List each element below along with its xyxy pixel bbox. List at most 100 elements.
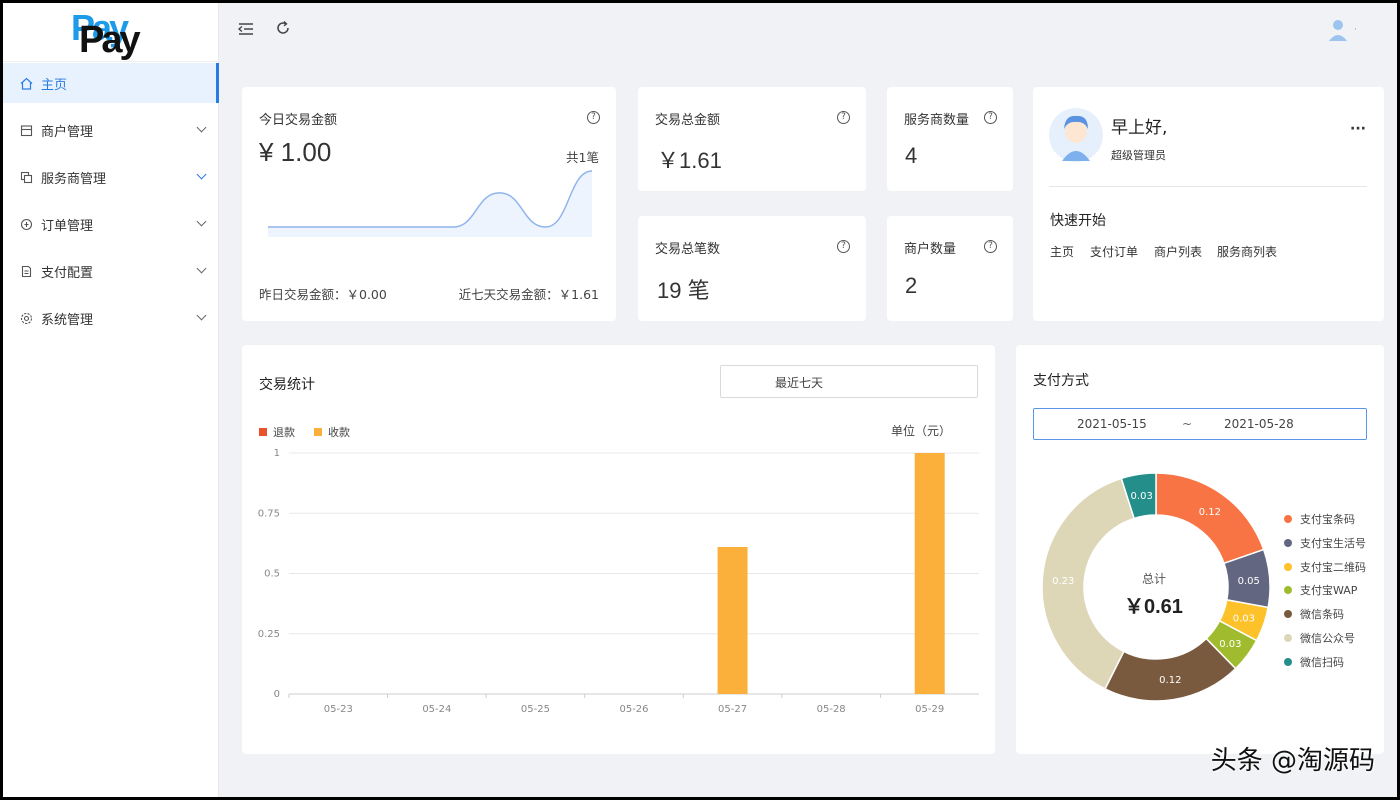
total-amount-card: 交易总金额 ? ￥1.61 [638,87,866,191]
help-icon[interactable]: ? [837,240,850,253]
quick-link-pay-orders[interactable]: 支付订单 [1090,243,1138,260]
y-tick-label: 1 [274,448,280,459]
user-avatar [1049,105,1103,169]
sidebar-item-orders[interactable]: 订单管理 [3,204,219,244]
pay-method-title: 支付方式 [1033,373,1089,389]
seven-day-amount: 近七天交易金额：￥1.61 [458,287,599,302]
sidebar-item-merchant[interactable]: 商户管理 [3,110,219,150]
sidebar-item-label: 服务商管理 [41,171,107,187]
legend-dot [1284,538,1292,547]
provider-count-value: 4 [905,143,918,168]
legend-income[interactable]: 收款 [314,424,350,440]
legend-item[interactable]: 微信条码 [1284,606,1344,622]
help-icon[interactable]: ? [984,111,997,124]
x-tick-label: 05-23 [324,704,353,715]
sidebar-item-label: 系统管理 [41,312,94,328]
y-tick-label: 0.75 [258,508,280,519]
legend-item[interactable]: 支付宝WAP [1284,582,1357,598]
refresh-icon[interactable] [274,19,292,41]
legend-label: 微信条码 [1300,608,1344,622]
total-amount-title: 交易总金额 [655,113,721,128]
logo-text-front: Pay [79,19,141,61]
sparkline-line [268,170,592,228]
chevron-down-icon [196,310,207,321]
bar-收款 [914,453,945,694]
watermark: 头条 @淘源码 [1210,746,1375,776]
txn-chart-card: 交易统计 最近七天 退款 收款 单位（元） 0 0.25 0.5 0.75 1 05-23… [242,345,995,754]
x-tick-label: 05-28 [817,704,846,715]
legend-swatch [259,428,267,436]
help-icon[interactable]: ? [587,111,600,124]
y-tick-label: 0.25 [258,629,280,640]
welcome-card: 早上好, 超级管理员 ··· 快速开始 主页 支付订单 商户列表 服务商列表 [1033,87,1384,321]
today-title: 今日交易金额 [259,113,338,128]
pay-method-card: 支付方式 2021-05-15 ~ 2021-05-28 0.12 0.05 0.0… [1016,345,1384,754]
sidebar-item-label: 主页 [41,77,68,93]
donut-slice-label: 0.03 [1131,491,1153,502]
sidebar-item-home[interactable]: 主页 [3,63,219,103]
range-select[interactable]: 最近七天 [720,365,978,398]
sidebar-item-payconfig[interactable]: 支付配置 [3,251,219,291]
top-bar: · [219,3,1397,59]
legend-label: 支付宝WAP [1300,584,1358,598]
legend-label: 支付宝二维码 [1300,560,1366,574]
welcome-divider [1049,186,1367,187]
menu-fold-icon[interactable] [237,21,255,41]
legend-dot [1284,515,1292,523]
x-tick-label: 05-25 [521,704,550,715]
x-tick-label: 05-24 [422,704,451,715]
legend-item[interactable]: 微信扫码 [1284,654,1344,670]
donut-slice-label: 0.23 [1052,576,1074,587]
avatar-dropdown-icon[interactable]: · [1354,25,1357,35]
txn-bar-chart: 0 0.25 0.5 0.75 1 05-23 05-24 05-25 05-26 05-27 05… [258,448,979,715]
quick-link-home[interactable]: 主页 [1050,243,1074,260]
legend-dot [1284,586,1292,595]
donut-total-label: 总计 [1142,572,1167,586]
sidebar-item-label: 订单管理 [41,218,94,234]
user-role: 超级管理员 [1111,149,1166,162]
today-card: 今日交易金额 ? ¥ 1.00 共1笔 昨日交易金额：￥0.00 近七天交易金额… [242,87,616,321]
quick-link-merchants[interactable]: 商户列表 [1154,243,1202,260]
legend-item[interactable]: 支付宝条码 [1284,511,1355,527]
provider-count-title: 服务商数量 [904,113,970,128]
help-icon[interactable]: ? [984,240,997,253]
quick-link-providers[interactable]: 服务商列表 [1217,243,1277,260]
logo[interactable]: Pay Pay [71,7,161,63]
chevron-down-icon [196,122,207,133]
y-tick-label: 0 [274,689,280,700]
y-tick-label: 0.5 [264,569,280,580]
legend-item[interactable]: 支付宝生活号 [1284,535,1366,551]
date-start: 2021-05-15 [1077,417,1147,431]
merchant-count-card: 商户数量 ? 2 [887,216,1013,321]
greeting: 早上好, [1111,118,1168,138]
txn-chart-title: 交易统计 [259,377,315,393]
sidebar-item-provider[interactable]: 服务商管理 [3,157,219,197]
x-tick-label: 05-29 [915,704,944,715]
legend-swatch [314,428,322,436]
sidebar: Pay Pay 主页 商户管理 服务商管理 订单管理 支付配置 系统管理 [3,3,219,797]
legend-refund[interactable]: 退款 [259,424,295,440]
total-amount-value: ￥1.61 [657,148,722,173]
today-count: 共1笔 [566,150,599,165]
x-tick-label: 05-26 [619,704,648,715]
help-icon[interactable]: ? [837,111,850,124]
merchant-count-title: 商户数量 [904,242,957,257]
donut-total-value: ￥0.61 [1124,596,1183,618]
legend-dot [1284,634,1292,642]
legend-item[interactable]: 微信公众号 [1284,630,1355,646]
legend-dot [1284,657,1292,666]
more-icon[interactable]: ··· [1350,121,1366,137]
sidebar-menu: 主页 商户管理 服务商管理 订单管理 支付配置 系统管理 [3,63,219,345]
date-separator: ~ [1182,417,1193,431]
donut-slice-label: 0.12 [1199,507,1221,518]
unit-label: 单位（元） [891,424,952,438]
date-range-picker[interactable]: 2021-05-15 ~ 2021-05-28 [1033,408,1367,440]
quick-start-title: 快速开始 [1050,213,1106,229]
gear-icon [19,311,33,325]
total-txn-value: 19 笔 [657,278,710,303]
sidebar-item-system[interactable]: 系统管理 [3,298,219,338]
legend-label: 退款 [273,426,295,439]
avatar[interactable] [1327,17,1349,47]
legend-item[interactable]: 支付宝二维码 [1284,559,1366,575]
chevron-down-icon [196,169,207,180]
